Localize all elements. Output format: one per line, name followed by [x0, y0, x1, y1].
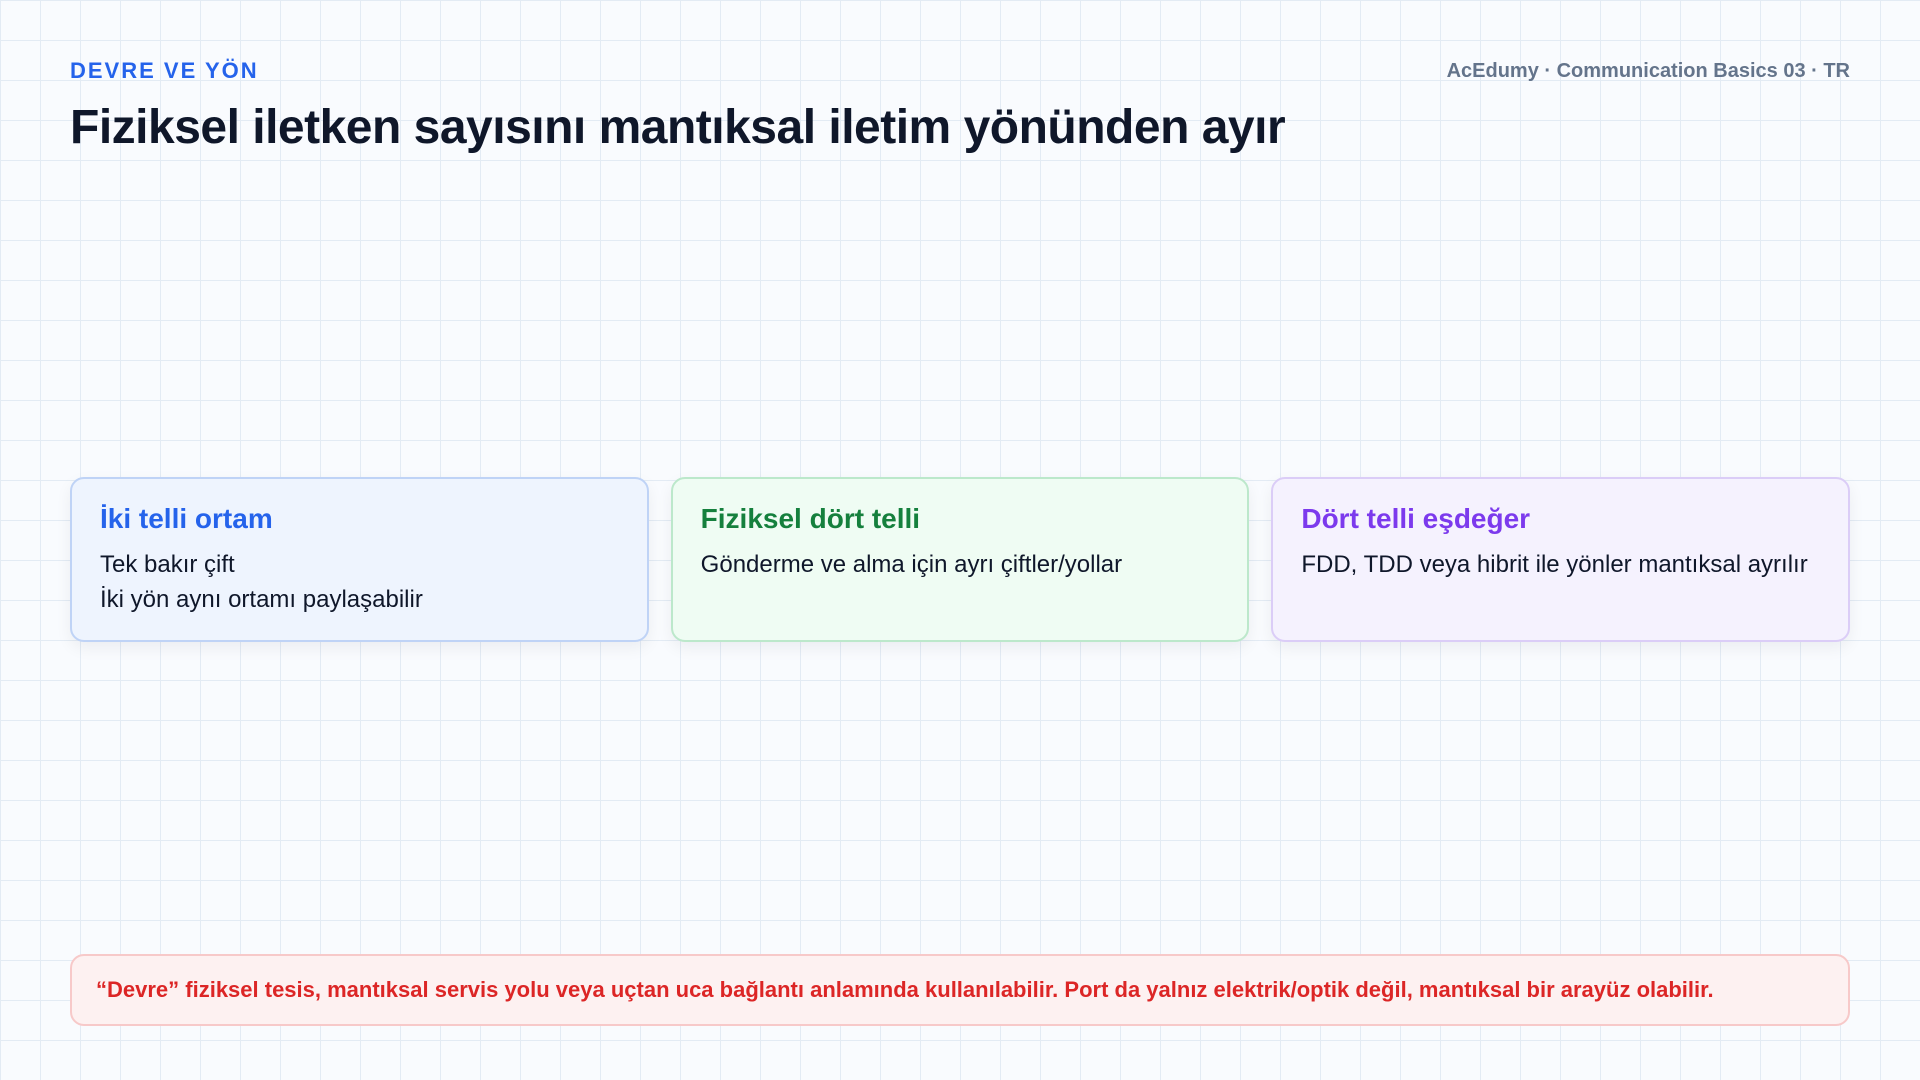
card-line: İki yön aynı ortamı paylaşabilir — [100, 586, 423, 613]
card-two-wire: İki telli ortam Tek bakır çift İki yön a… — [70, 477, 649, 642]
course-brand: AcEdumy · Communication Basics 03 · TR — [1446, 60, 1850, 82]
card-four-wire-equivalent: Dört telli eşdeğer FDD, TDD veya hibrit … — [1271, 477, 1851, 642]
card-title: İki telli ortam — [100, 503, 273, 534]
concept-cards: İki telli ortam Tek bakır çift İki yön a… — [70, 477, 1851, 642]
card-title: Fiziksel dört telli — [700, 503, 921, 534]
warning-note: “Devre” fiziksel tesis, mantıksal servis… — [70, 954, 1850, 1026]
card-line: Gönderme ve alma için ayrı çiftler/yolla… — [700, 551, 1123, 578]
card-line: FDD, TDD veya hibrit ile yönler mantıksa… — [1301, 551, 1808, 578]
section-kicker: DEVRE VE YÖN — [70, 58, 259, 83]
card-physical-four-wire: Fiziksel dört telli Gönderme ve alma içi… — [670, 477, 1250, 642]
card-title: Dört telli eşdeğer — [1301, 503, 1531, 534]
page-title: Fiziksel iletken sayısını mantıksal ilet… — [70, 101, 1286, 154]
card-line: Tek bakır çift — [100, 551, 235, 578]
warning-note-text: “Devre” fiziksel tesis, mantıksal servis… — [96, 977, 1714, 1002]
